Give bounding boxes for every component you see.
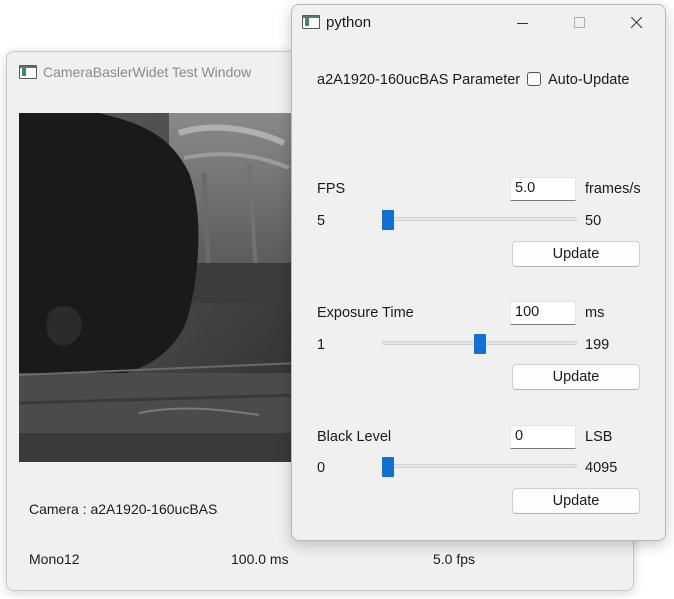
camera-image-view [19, 113, 299, 462]
fps-update-button[interactable]: Update [512, 241, 640, 267]
exposure-slider-handle[interactable] [473, 334, 486, 354]
exposure-time-unit: ms [585, 305, 605, 321]
black-level-slider[interactable] [382, 464, 577, 468]
close-icon[interactable] [613, 5, 659, 41]
app-window-icon [302, 15, 320, 29]
camera-model-label: Camera : a2A1920-160ucBAS [29, 501, 218, 517]
black-level-slider-handle[interactable] [382, 457, 394, 477]
auto-update-checkbox[interactable] [527, 72, 541, 86]
fps-input[interactable]: 5.0 [510, 177, 576, 201]
exposure-time-input[interactable]: 100 [510, 301, 576, 325]
parameter-window[interactable]: python a2A1920-160ucBAS Parameter Auto-U… [291, 4, 666, 541]
black-level-max-label: 4095 [585, 460, 618, 476]
exposure-time-label: Exposure Time [317, 305, 414, 321]
black-level-input[interactable]: 0 [510, 425, 576, 449]
black-level-unit: LSB [585, 429, 613, 445]
parameter-header-label: a2A1920-160ucBAS Parameter [317, 72, 521, 88]
exposure-update-button[interactable]: Update [512, 364, 640, 390]
black-level-min-label: 0 [317, 460, 326, 476]
fps-label: FPS [317, 181, 346, 197]
app-window-icon [19, 65, 37, 79]
pixel-format-label: Mono12 [29, 551, 80, 567]
exposure-min-label: 1 [317, 337, 326, 353]
fps-slider[interactable] [382, 217, 577, 221]
front-window-titlebar[interactable]: python [292, 5, 665, 41]
maximize-icon[interactable] [556, 5, 602, 41]
black-level-update-button[interactable]: Update [512, 488, 640, 514]
front-window-title: python [326, 14, 372, 31]
fps-max-label: 50 [585, 213, 602, 229]
fps-min-label: 5 [317, 213, 326, 229]
back-window-title: CameraBaslerWidet Test Window [43, 64, 252, 80]
black-level-label: Black Level [317, 429, 392, 445]
fps-unit: frames/s [585, 181, 641, 197]
fps-readout: 5.0 fps [433, 551, 476, 567]
auto-update-label[interactable]: Auto-Update [548, 72, 629, 88]
exposure-readout: 100.0 ms [231, 551, 289, 567]
exposure-max-label: 199 [585, 337, 610, 353]
minimize-icon[interactable] [499, 5, 545, 41]
fps-slider-handle[interactable] [382, 210, 394, 230]
